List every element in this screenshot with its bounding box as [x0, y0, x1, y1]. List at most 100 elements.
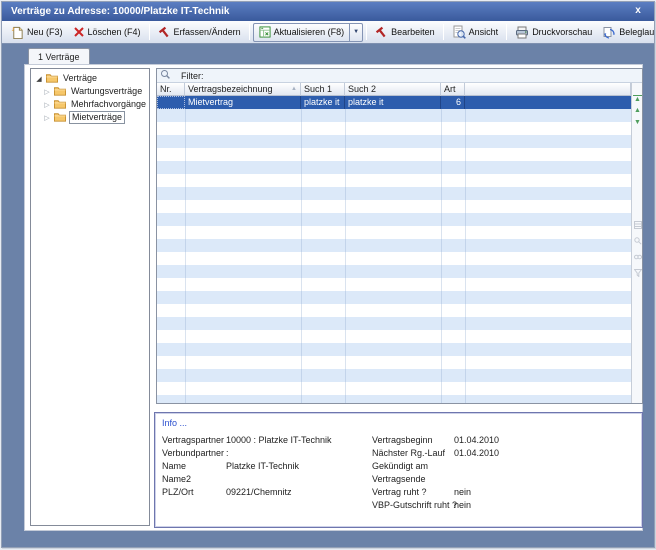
grid-body: Mietvertrag platzke it platzke it 6	[157, 96, 642, 403]
info-row: Vertragspartner10000 : Platzke IT-Techni…	[162, 434, 362, 447]
toolbar-separator	[149, 24, 150, 40]
filter-magnifier-icon	[157, 69, 171, 82]
cell-such1: platzke it	[301, 96, 345, 109]
edit-hammer-icon	[375, 26, 388, 39]
grid-column-line	[345, 109, 346, 403]
neu-button[interactable]: Neu (F3)	[6, 24, 68, 41]
info-right-column: Vertragsbeginn01.04.2010 Nächster Rg.-La…	[372, 434, 637, 512]
aktualisieren-label: Aktualisieren (F8)	[274, 27, 345, 37]
info-row: Verbundpartner:	[162, 447, 362, 460]
info-row: VBP-Gutschrift ruht ?nein	[372, 499, 637, 512]
folder-icon	[54, 86, 66, 98]
tree-node-vertraege[interactable]: ◢ Verträge	[35, 72, 99, 85]
filter-tool-icon[interactable]	[633, 269, 642, 279]
document-flow-icon	[602, 26, 616, 39]
tree-node-label[interactable]: Verträge	[61, 73, 99, 84]
toolbar-separator	[443, 24, 444, 40]
info-label: Vertragsende	[372, 473, 454, 486]
info-label: PLZ/Ort	[162, 486, 226, 499]
tree-collapsed-icon[interactable]: ▷	[43, 88, 51, 96]
scroll-up-icon[interactable]: ▲	[633, 107, 642, 115]
info-left-column: Vertragspartner10000 : Platzke IT-Techni…	[162, 434, 362, 499]
beleglauf-button[interactable]: Beleglauf	[597, 24, 655, 41]
column-header-nr[interactable]: Nr.	[157, 83, 185, 96]
info-value: Platzke IT-Technik	[226, 460, 299, 473]
grid-filter-row[interactable]: Filter:	[157, 69, 642, 83]
tree-collapsed-icon[interactable]: ▷	[43, 114, 51, 122]
erfassen-aendern-button[interactable]: Erfassen/Ändern	[153, 24, 246, 41]
info-panel: Info ... Vertragspartner10000 : Platzke …	[154, 412, 643, 528]
grid-side-strip: ▲ ▲ ▼	[631, 83, 642, 403]
folder-icon	[54, 99, 66, 111]
column-header-vertragsbezeichnung[interactable]: Vertragsbezeichnung ▲	[185, 83, 301, 96]
window-title: Verträge zu Adresse: 10000/Platzke IT-Te…	[11, 6, 229, 17]
print-preview-icon	[515, 26, 529, 39]
aktualisieren-button[interactable]: Aktualisieren (F8)	[254, 24, 350, 40]
info-value: 09221/Chemnitz	[226, 486, 292, 499]
toolbar-separator	[366, 24, 367, 40]
loeschen-button[interactable]: Löschen (F4)	[68, 24, 146, 40]
tree-node-mehrfachvorgaenge[interactable]: ▷ Mehrfachvorgänge	[43, 98, 148, 111]
cell-vertragsbezeichnung: Mietvertrag	[185, 96, 301, 109]
contract-tree-panel: ◢ Verträge ▷ Wartungsverträge ▷ Mehrfach…	[30, 68, 150, 526]
cell-art: 6	[441, 96, 465, 109]
info-label: VBP-Gutschrift ruht ?	[372, 499, 454, 512]
toolbar-separator	[506, 24, 507, 40]
selected-row-mietvertrag[interactable]: Mietvertrag platzke it platzke it 6	[157, 96, 631, 109]
info-label: Verbundpartner	[162, 447, 226, 460]
column-header-filler	[465, 83, 631, 96]
tree-collapsed-icon[interactable]: ▷	[43, 101, 51, 109]
druckvorschau-button[interactable]: Druckvorschau	[510, 24, 597, 41]
tree-node-label[interactable]: Mehrfachvorgänge	[69, 99, 148, 110]
tab-vertraege[interactable]: 1 Verträge	[28, 48, 90, 65]
info-label: Vertragspartner	[162, 434, 226, 447]
window: Verträge zu Adresse: 10000/Platzke IT-Te…	[1, 1, 655, 548]
toolbar-separator	[249, 24, 250, 40]
tree-expanded-icon[interactable]: ◢	[35, 75, 43, 83]
tree-node-mietvertraege[interactable]: ▷ Mietverträge	[43, 111, 125, 124]
view-magnifier-icon	[452, 25, 466, 39]
find-tool-icon[interactable]	[633, 253, 642, 263]
column-header-such1[interactable]: Such 1	[301, 83, 345, 96]
tree-node-label[interactable]: Wartungsverträge	[69, 86, 144, 97]
scroll-to-top-icon[interactable]: ▲	[633, 95, 642, 104]
folder-icon	[54, 112, 66, 124]
column-header-label: Vertragsbezeichnung	[188, 83, 273, 95]
aktualisieren-dropdown-arrow[interactable]: ▼	[349, 24, 362, 41]
info-value: :	[226, 447, 229, 460]
info-value: nein	[454, 499, 471, 512]
refresh-table-icon	[259, 26, 271, 38]
scroll-down-icon[interactable]: ▼	[633, 119, 642, 127]
info-panel-title: Info ...	[162, 418, 187, 428]
empty-rows-stripes[interactable]	[157, 109, 631, 403]
beleglauf-label: Beleglauf	[619, 27, 655, 37]
column-header-such2[interactable]: Such 2	[345, 83, 441, 96]
edit-hammer-icon	[158, 26, 171, 39]
info-row: Name2	[162, 473, 362, 486]
tree-node-wartungsvertraege[interactable]: ▷ Wartungsverträge	[43, 85, 144, 98]
tree-node-label-selected[interactable]: Mietverträge	[69, 111, 125, 124]
sort-ascending-icon: ▲	[291, 83, 297, 95]
bearbeiten-button[interactable]: Bearbeiten	[370, 24, 440, 41]
delete-icon	[73, 26, 85, 38]
info-row: Vertragsbeginn01.04.2010	[372, 434, 637, 447]
aktualisieren-group: Aktualisieren (F8) ▼	[253, 23, 364, 42]
info-label: Vertrag ruht ?	[372, 486, 454, 499]
ansicht-label: Ansicht	[469, 27, 499, 37]
info-label: Vertragsbeginn	[372, 434, 454, 447]
ansicht-button[interactable]: Ansicht	[447, 23, 504, 41]
filter-label: Filter:	[181, 71, 204, 81]
grid-column-line	[465, 109, 466, 403]
loeschen-label: Löschen (F4)	[88, 27, 141, 37]
neu-label: Neu (F3)	[27, 27, 63, 37]
cell-nr	[157, 96, 185, 109]
column-header-art[interactable]: Art	[441, 83, 465, 96]
info-value: nein	[454, 486, 471, 499]
title-bar: Verträge zu Adresse: 10000/Platzke IT-Te…	[2, 2, 654, 21]
info-label: Gekündigt am	[372, 460, 454, 473]
search-tool-icon[interactable]	[633, 237, 642, 247]
info-value: 01.04.2010	[454, 434, 499, 447]
close-button[interactable]: x	[631, 4, 645, 18]
list-tool-icon[interactable]	[633, 221, 642, 231]
grid-column-line	[301, 109, 302, 403]
